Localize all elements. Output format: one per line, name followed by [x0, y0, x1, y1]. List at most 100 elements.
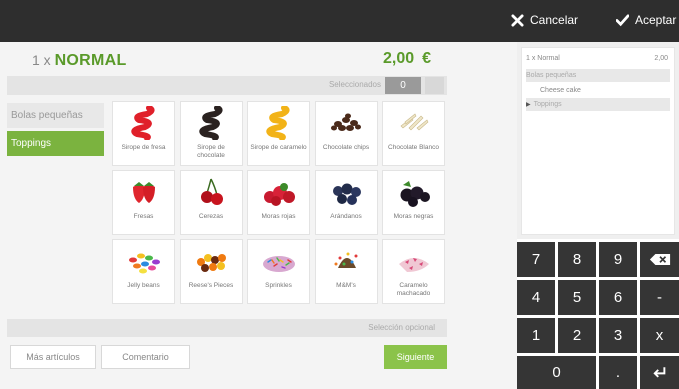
key-backspace[interactable]	[640, 242, 679, 277]
product-name: NORMAL	[54, 52, 127, 69]
enter-icon	[652, 367, 665, 378]
topping-label: Reese's Pieces	[188, 282, 234, 289]
cancel-button[interactable]: Cancelar	[511, 13, 578, 27]
topping-strawberry-syrup[interactable]: Sirope de fresa	[112, 101, 175, 166]
blueberries-icon	[332, 183, 361, 205]
selection-count: 0	[385, 77, 421, 94]
topping-crushed-candy[interactable]: Caramelo machacado	[382, 239, 445, 304]
topping-label: M&M's	[336, 282, 356, 289]
accept-button[interactable]: Aceptar	[616, 13, 676, 27]
topping-label: Chocolate Blanco	[388, 144, 439, 151]
key-decimal[interactable]: .	[599, 356, 637, 389]
toppings-grid: Sirope de fresa Sirope de chocolate Siro…	[112, 101, 445, 304]
order-line-value: 2,00	[654, 55, 668, 62]
topping-white-chocolate[interactable]: Chocolate Blanco	[382, 101, 445, 166]
optional-selection-bar: Selección opcional	[7, 319, 447, 337]
topping-chocolate-chips[interactable]: Chocolate chips	[314, 101, 378, 166]
category-toppings[interactable]: Toppings	[7, 131, 104, 156]
product-quantity: 1 x	[32, 52, 51, 68]
product-price: 2,00 €	[383, 50, 431, 68]
check-icon	[616, 13, 629, 26]
accept-label: Aceptar	[635, 13, 677, 27]
key-1[interactable]: 1	[517, 318, 555, 353]
caret-right-icon: ▶	[526, 102, 531, 108]
key-minus[interactable]: -	[640, 280, 679, 315]
topping-caramel-syrup[interactable]: Sirope de caramelo	[247, 101, 310, 166]
selection-clear-button[interactable]	[425, 77, 444, 94]
more-items-button[interactable]: Más artículos	[10, 345, 96, 369]
currency-symbol: €	[422, 50, 432, 67]
numeric-keypad: 7 8 9 4 5 6 - 1 2 3 x 0 .	[517, 239, 679, 389]
category-label: Toppings	[11, 138, 52, 149]
order-line-label: Cheese cake	[540, 87, 581, 94]
blackberries-icon	[400, 181, 430, 207]
order-line-label: 1 x Normal	[526, 55, 560, 62]
key-0[interactable]: 0	[517, 356, 596, 389]
topping-label: Jelly beans	[127, 282, 160, 289]
selection-label: Seleccionados	[328, 80, 381, 89]
topping-label: Arándanos	[330, 213, 362, 220]
price-value: 2,00	[383, 50, 415, 67]
order-sidebar: 1 x Normal 2,00 Bolas pequeñas Cheese ca…	[517, 42, 679, 389]
topping-label: Sirope de caramelo	[250, 144, 307, 151]
topping-mms[interactable]: M&M's	[314, 239, 378, 304]
raspberries-icon	[264, 183, 295, 206]
category-label: Bolas pequeñas	[11, 110, 83, 121]
key-9[interactable]: 9	[599, 242, 637, 277]
strawberry-syrup-icon	[131, 106, 155, 140]
key-3[interactable]: 3	[599, 318, 637, 353]
topping-cherries[interactable]: Cerezas	[179, 170, 243, 235]
cancel-label: Cancelar	[530, 13, 579, 27]
cherries-icon	[200, 178, 223, 205]
order-line-product[interactable]: 1 x Normal 2,00	[526, 52, 670, 65]
topping-sprinkles[interactable]: Sprinkles	[247, 239, 310, 304]
topping-label: Sirope de chocolate	[197, 144, 225, 159]
topping-label: Fresas	[133, 213, 154, 220]
crushed-candy-icon	[399, 258, 429, 272]
key-multiply[interactable]: x	[640, 318, 679, 353]
topping-blueberries[interactable]: Arándanos	[314, 170, 378, 235]
white-chocolate-icon	[400, 113, 429, 131]
key-2[interactable]: 2	[558, 318, 596, 353]
strawberries-icon	[133, 182, 155, 203]
topping-blackberries[interactable]: Moras negras	[382, 170, 445, 235]
topping-label: Caramelo machacado	[396, 282, 431, 297]
topping-label: Sirope de fresa	[121, 144, 166, 151]
topping-jelly-beans[interactable]: Jelly beans	[112, 239, 175, 304]
order-line-label: Bolas pequeñas	[526, 72, 577, 79]
product-line: 1 x NORMAL	[32, 52, 127, 70]
order-line-category[interactable]: Bolas pequeñas	[526, 69, 670, 82]
jelly-beans-icon	[129, 253, 160, 274]
optional-selection-label: Selección opcional	[368, 323, 435, 332]
caramel-syrup-icon	[266, 106, 290, 140]
selection-bar: Seleccionados 0	[7, 76, 447, 95]
next-button[interactable]: Siguiente	[384, 345, 447, 369]
chocolate-chips-icon	[330, 113, 361, 131]
top-bar: Cancelar Aceptar	[0, 0, 679, 42]
key-enter[interactable]	[640, 356, 679, 389]
key-7[interactable]: 7	[517, 242, 555, 277]
topping-raspberries[interactable]: Moras rojas	[247, 170, 310, 235]
key-8[interactable]: 8	[558, 242, 596, 277]
topping-strawberries[interactable]: Fresas	[112, 170, 175, 235]
sprinkles-icon	[263, 256, 295, 272]
topping-label: Moras rojas	[261, 213, 296, 220]
comment-button[interactable]: Comentario	[101, 345, 190, 369]
topping-chocolate-syrup[interactable]: Sirope de chocolate	[179, 101, 243, 166]
topping-label: Sprinkles	[265, 282, 292, 289]
backspace-icon	[649, 254, 670, 265]
key-6[interactable]: 6	[599, 280, 637, 315]
key-4[interactable]: 4	[517, 280, 555, 315]
category-bolas-pequenas[interactable]: Bolas pequeñas	[7, 103, 104, 128]
order-summary: 1 x Normal 2,00 Bolas pequeñas Cheese ca…	[521, 47, 675, 235]
order-line-category[interactable]: ▶ Toppings	[526, 98, 670, 111]
order-line-item[interactable]: Cheese cake	[526, 84, 670, 97]
topping-reeses-pieces[interactable]: Reese's Pieces	[179, 239, 243, 304]
chocolate-syrup-icon	[198, 106, 223, 140]
close-icon	[511, 13, 524, 27]
reeses-pieces-icon	[196, 254, 226, 272]
topping-label: Cerezas	[198, 213, 224, 220]
topping-label: Moras negras	[393, 213, 434, 220]
topping-label: Chocolate chips	[322, 144, 370, 151]
key-5[interactable]: 5	[558, 280, 596, 315]
